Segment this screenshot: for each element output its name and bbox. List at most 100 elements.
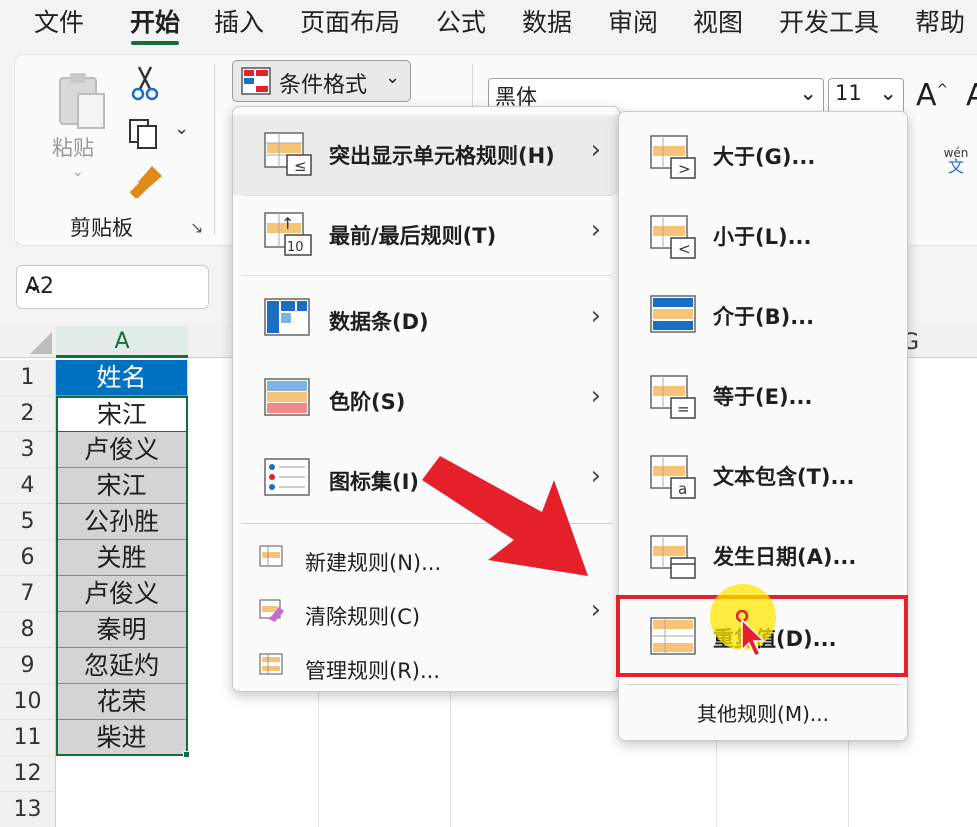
phonetic-icon[interactable]: wén 文 (936, 146, 976, 176)
date-occurring-icon (650, 535, 696, 579)
menu-item-highlight-cells[interactable]: ≤ 突出显示单元格规则(H) › (233, 115, 619, 195)
submenu-item-greater-than[interactable]: > 大于(G)... (619, 116, 907, 196)
menu-item-label: 数据条(D) (329, 310, 429, 334)
submenu-item-label: 大于(G)... (713, 145, 816, 169)
row-header[interactable]: 1 (0, 360, 56, 396)
submenu-item-text-contains[interactable]: a 文本包含(T)... (619, 436, 907, 516)
font-size-select[interactable]: 11 ⌄ (828, 78, 904, 114)
row-header[interactable]: 9 (0, 648, 56, 684)
chevron-right-icon: › (590, 135, 601, 165)
submenu-item-label: 文本包含(T)... (713, 465, 855, 489)
cell-a8[interactable]: 秦明 (56, 612, 188, 648)
tab-page-layout[interactable]: 页面布局 (300, 6, 400, 40)
menu-divider (627, 684, 901, 685)
paste-icon (59, 73, 105, 129)
decrease-font-icon[interactable]: A (966, 78, 977, 113)
submenu-item-label: 发生日期(A)... (713, 545, 857, 569)
chevron-right-icon: › (590, 301, 601, 331)
menu-item-color-scales[interactable]: 色阶(S) › (233, 361, 619, 441)
duplicate-values-icon (650, 617, 696, 655)
submenu-item-between[interactable]: 介于(B)... (619, 276, 907, 356)
menu-item-manage-rules[interactable]: 管理规则(R)... (233, 639, 619, 693)
cell-a7[interactable]: 卢俊义 (56, 576, 188, 612)
cut-icon[interactable] (130, 65, 160, 101)
chevron-right-icon: › (590, 381, 601, 411)
row-header[interactable]: 2 (0, 396, 56, 432)
phonetic-char: 文 (947, 157, 964, 176)
less-than-icon: < (650, 215, 696, 259)
icon-sets-icon (264, 458, 310, 496)
cell-a2[interactable]: 宋江 (56, 396, 188, 432)
select-all-corner[interactable] (0, 326, 56, 358)
tab-view[interactable]: 视图 (693, 6, 743, 40)
clear-rules-icon (259, 599, 284, 622)
row-header[interactable]: 4 (0, 468, 56, 504)
tab-help[interactable]: 帮助 (915, 6, 965, 40)
tab-file[interactable]: 文件 (34, 6, 84, 40)
conditional-format-button[interactable]: 条件格式 ⌄ (232, 60, 411, 102)
red-arrow-annotation (422, 456, 588, 576)
tab-insert[interactable]: 插入 (214, 6, 264, 40)
copy-dropdown-icon[interactable]: ⌄ (174, 118, 189, 139)
chevron-right-icon: › (590, 215, 601, 245)
svg-text:10: 10 (287, 240, 304, 255)
menu-item-data-bars[interactable]: 数据条(D) › (233, 281, 619, 361)
chevron-down-icon: ⌄ (72, 164, 84, 180)
svg-text:↑: ↑ (281, 214, 294, 233)
cell-a5[interactable]: 公孙胜 (56, 504, 188, 540)
row-header[interactable]: 8 (0, 612, 56, 648)
column-header-a[interactable]: A (56, 326, 188, 358)
tab-data[interactable]: 数据 (522, 6, 572, 40)
menu-item-top-bottom[interactable]: ↑ 10 最前/最后规则(T) › (233, 195, 619, 275)
text-contains-icon: a (650, 455, 696, 499)
format-painter-icon[interactable] (128, 164, 164, 198)
row-header[interactable]: 7 (0, 576, 56, 612)
excel-window: 文件 开始 插入 页面布局 公式 数据 审阅 视图 开发工具 帮助 粘贴 ⌄ ⌄ (0, 0, 977, 827)
menu-item-label: 图标集(I) (329, 470, 420, 494)
menu-item-clear-rules[interactable]: 清除规则(C) › (233, 585, 619, 639)
submenu-item-label: 介于(B)... (713, 305, 815, 329)
dialog-launcher-icon[interactable]: ↘ (190, 218, 203, 237)
tab-home[interactable]: 开始 (130, 6, 180, 40)
menu-item-label: 色阶(S) (329, 390, 406, 414)
fill-handle[interactable] (183, 751, 190, 758)
menu-item-label: 管理规则(R)... (305, 659, 441, 683)
tab-developer[interactable]: 开发工具 (779, 6, 879, 40)
cell-a3[interactable]: 卢俊义 (56, 432, 188, 468)
submenu-item-equal-to[interactable]: = 等于(E)... (619, 356, 907, 436)
menu-item-label: 突出显示单元格规则(H) (329, 144, 555, 168)
chevron-down-icon: ⌄ (799, 81, 817, 105)
cell-a4[interactable]: 宋江 (56, 468, 188, 504)
menu-divider (241, 275, 613, 276)
copy-icon[interactable] (128, 118, 162, 150)
submenu-item-date-occurring[interactable]: 发生日期(A)... (619, 516, 907, 596)
row-header[interactable]: 13 (0, 792, 56, 827)
row-header[interactable]: 10 (0, 684, 56, 720)
row-header[interactable]: 3 (0, 432, 56, 468)
cell-a1[interactable]: 姓名 (56, 360, 188, 396)
svg-text:<: < (678, 240, 691, 258)
color-scales-icon (264, 378, 310, 416)
data-bars-icon (264, 298, 310, 336)
cell-a10[interactable]: 花荣 (56, 684, 188, 720)
svg-text:=: = (677, 400, 690, 418)
highlight-cells-icon: ≤ (264, 132, 312, 176)
name-box[interactable]: A2 ⌄ (16, 265, 209, 309)
equal-to-icon: = (650, 375, 696, 419)
chevron-right-icon: › (590, 595, 601, 625)
tab-formulas[interactable]: 公式 (436, 6, 486, 40)
paste-button[interactable]: 粘贴 ⌄ (44, 70, 116, 200)
submenu-item-more-rules[interactable]: 其他规则(M)... (619, 698, 907, 727)
row-header[interactable]: 6 (0, 540, 56, 576)
row-header[interactable]: 12 (0, 756, 56, 792)
manage-rules-icon (259, 653, 283, 675)
row-header[interactable]: 5 (0, 504, 56, 540)
tab-review[interactable]: 审阅 (608, 6, 658, 40)
cell-a9[interactable]: 忽延灼 (56, 648, 188, 684)
conditional-format-label: 条件格式 (279, 73, 368, 98)
increase-font-icon[interactable]: A^ (916, 78, 948, 113)
cell-a6[interactable]: 关胜 (56, 540, 188, 576)
cell-a11[interactable]: 柴进 (56, 720, 188, 756)
submenu-item-less-than[interactable]: < 小于(L)... (619, 196, 907, 276)
row-header[interactable]: 11 (0, 720, 56, 756)
